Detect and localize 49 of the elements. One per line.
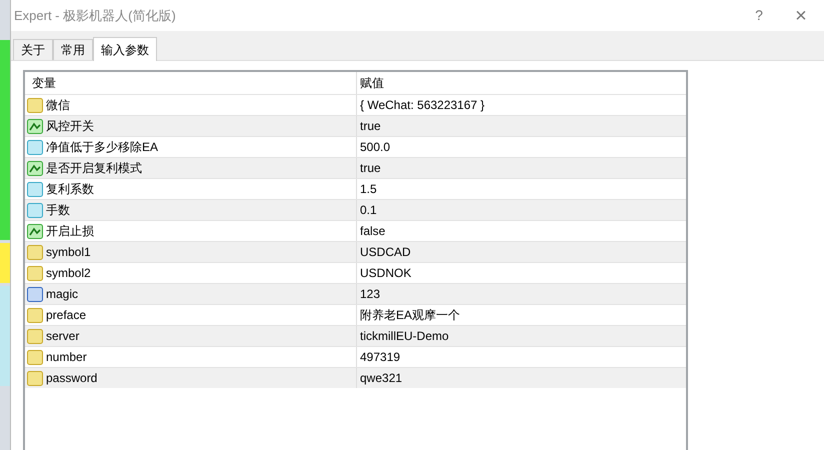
parameter-name: 手数 [46, 202, 70, 219]
parameter-value[interactable]: false [360, 222, 386, 240]
bool-type-icon [27, 224, 43, 238]
parameter-name: server [46, 328, 80, 345]
tab[interactable]: 关于 [13, 39, 53, 60]
help-button[interactable]: ? [744, 5, 774, 26]
double-type-icon [27, 140, 43, 154]
parameter-value[interactable]: 1.5 [360, 180, 377, 198]
parameter-name: 是否开启复利模式 [46, 160, 142, 177]
bool-type-icon [27, 118, 43, 134]
double-type-icon [27, 182, 43, 196]
parameter-value[interactable]: 附养老EA观摩一个 [360, 306, 460, 324]
parameter-value[interactable]: 500.0 [360, 138, 390, 156]
parameter-value[interactable]: true [360, 159, 381, 177]
window-title: Expert - 极影机器人(简化版) [14, 6, 176, 25]
string-type-icon [27, 98, 43, 112]
parameter-value[interactable]: tickmillEU-Demo [360, 327, 449, 345]
tab[interactable]: 常用 [53, 39, 93, 60]
parameter-name: magic [46, 286, 78, 303]
parameter-name: 开启止损 [46, 223, 94, 240]
tab[interactable]: 输入参数 [93, 37, 157, 61]
close-button[interactable]: × [786, 0, 816, 31]
string-type-icon [27, 308, 43, 322]
parameter-value[interactable]: USDCAD [360, 243, 411, 261]
double-type-icon [27, 202, 43, 218]
parameter-value[interactable]: qwe321 [360, 369, 402, 387]
string-type-icon [27, 244, 43, 260]
parameter-name: 微信 [46, 97, 70, 114]
parameter-name: preface [46, 307, 86, 324]
parameter-name: symbol1 [46, 244, 91, 261]
parameter-value[interactable]: 0.1 [360, 201, 377, 219]
string-type-icon [27, 328, 43, 344]
parameter-name: 净值低于多少移除EA [46, 139, 158, 156]
parameter-value[interactable]: USDNOK [360, 264, 412, 282]
parameter-name: symbol2 [46, 265, 91, 282]
parameter-name: 复利系数 [46, 181, 94, 198]
parameter-name: password [46, 370, 98, 387]
parameter-name: number [46, 349, 87, 366]
int-type-icon [27, 286, 43, 302]
string-type-icon [27, 350, 43, 364]
parameter-value[interactable]: { WeChat: 563223167 } [360, 96, 485, 114]
parameter-name: 风控开关 [46, 118, 94, 135]
string-type-icon [27, 266, 43, 280]
column-header[interactable]: 赋值 [357, 72, 686, 94]
parameter-value[interactable]: 497319 [360, 348, 400, 366]
string-type-icon [27, 370, 43, 386]
parameter-value[interactable]: 123 [360, 285, 380, 303]
parameter-value[interactable]: true [360, 117, 381, 135]
bool-type-icon [27, 160, 43, 176]
